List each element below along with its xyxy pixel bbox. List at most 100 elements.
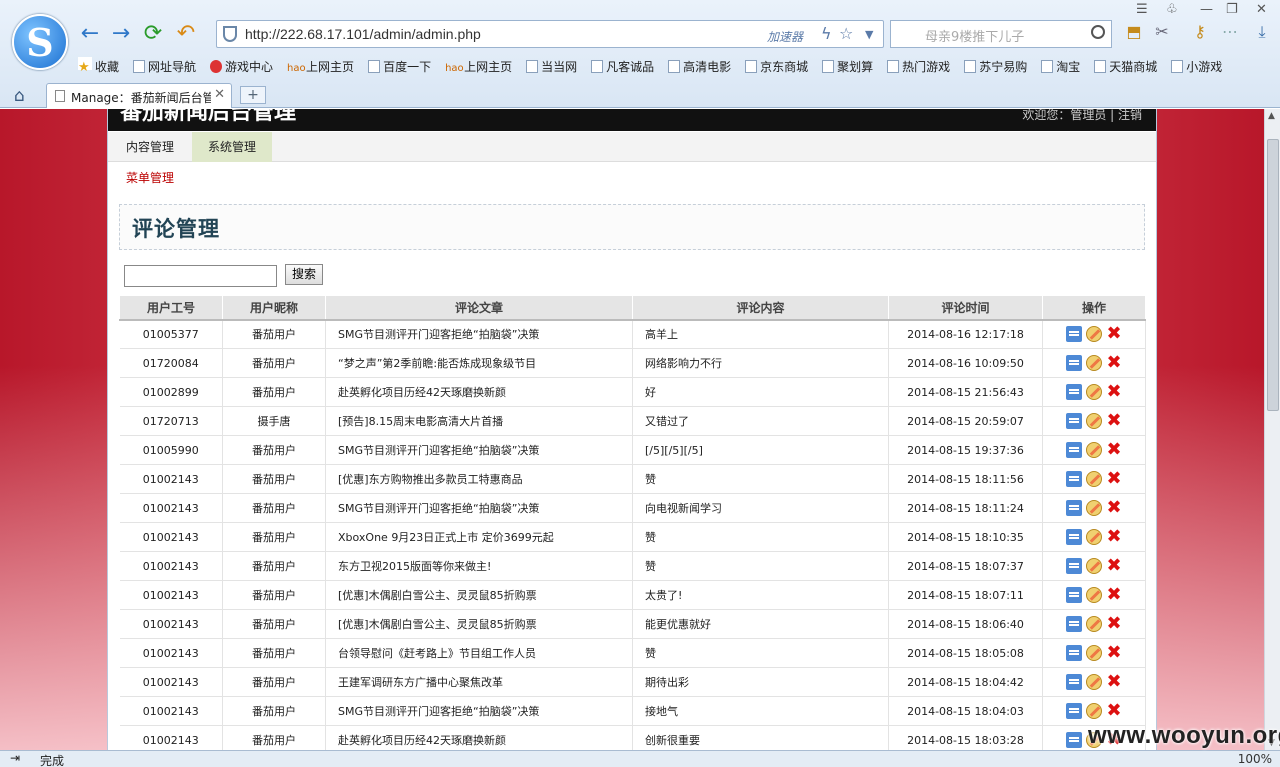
bookmark-item[interactable]: hao上网主页 xyxy=(287,56,354,78)
home-icon[interactable]: ⌂ xyxy=(14,86,25,106)
submenu-menu-management[interactable]: 菜单管理 xyxy=(126,169,174,186)
delete-icon[interactable]: ✖ xyxy=(1106,441,1122,459)
comment-search-input[interactable] xyxy=(124,265,277,287)
minimize-icon[interactable]: — xyxy=(1200,2,1213,17)
vertical-scrollbar[interactable]: ▲ ▼ xyxy=(1264,109,1280,750)
skin-icon[interactable]: ♧ xyxy=(1166,2,1178,17)
delete-icon[interactable]: ✖ xyxy=(1106,586,1122,604)
comment-icon[interactable] xyxy=(1066,355,1082,371)
comment-icon[interactable] xyxy=(1066,471,1082,487)
comment-icon[interactable] xyxy=(1066,326,1082,343)
comment-icon[interactable] xyxy=(1066,442,1082,458)
search-icon[interactable] xyxy=(1091,25,1105,39)
search-button[interactable]: 搜索 xyxy=(285,264,324,285)
comment-icon[interactable] xyxy=(1066,645,1082,661)
bookmark-item[interactable]: 天猫商城 xyxy=(1094,56,1157,78)
chevron-down-icon[interactable]: ▼ xyxy=(865,28,873,41)
edit-icon[interactable] xyxy=(1086,616,1102,632)
edit-icon[interactable] xyxy=(1086,529,1102,545)
column-header[interactable]: 评论内容 xyxy=(632,295,889,321)
back-arrow-icon[interactable]: ← xyxy=(76,20,104,48)
delete-icon[interactable]: ✖ xyxy=(1106,557,1122,575)
address-url[interactable]: http://222.68.17.101/admin/admin.php xyxy=(245,26,481,42)
delete-icon[interactable]: ✖ xyxy=(1106,702,1122,720)
edit-icon[interactable] xyxy=(1086,674,1102,690)
bookmark-item[interactable]: 网址导航 xyxy=(133,56,196,78)
bookmark-item[interactable]: 高清电影 xyxy=(668,56,731,78)
comment-icon[interactable] xyxy=(1066,413,1082,429)
edit-icon[interactable] xyxy=(1086,413,1102,429)
close-tab-icon[interactable]: ✕ xyxy=(214,87,225,102)
bookmark-item[interactable]: 京东商城 xyxy=(745,56,808,78)
comment-icon[interactable] xyxy=(1066,384,1082,400)
scissors-icon[interactable]: ✂ xyxy=(1152,22,1172,42)
star-icon[interactable]: ☆ xyxy=(839,24,853,43)
edit-icon[interactable] xyxy=(1086,355,1102,371)
edit-icon[interactable] xyxy=(1086,587,1102,603)
comment-icon[interactable] xyxy=(1066,500,1082,516)
column-header[interactable]: 评论时间 xyxy=(888,295,1043,321)
column-header[interactable]: 用户昵称 xyxy=(222,295,326,321)
edit-icon[interactable] xyxy=(1086,384,1102,400)
edit-icon[interactable] xyxy=(1086,645,1102,661)
delete-icon[interactable]: ✖ xyxy=(1106,615,1122,633)
delete-icon[interactable]: ✖ xyxy=(1106,470,1122,488)
comment-icon[interactable] xyxy=(1066,674,1082,690)
forward-arrow-icon[interactable]: → xyxy=(107,20,135,48)
zoom-level[interactable]: 100% xyxy=(1238,752,1272,766)
tab-content-management[interactable]: 内容管理 xyxy=(110,132,190,162)
close-window-icon[interactable]: ✕ xyxy=(1256,2,1267,17)
comment-icon[interactable] xyxy=(1066,587,1082,603)
scroll-up-icon[interactable]: ▲ xyxy=(1268,111,1275,121)
edit-icon[interactable] xyxy=(1086,500,1102,516)
edit-icon[interactable] xyxy=(1086,471,1102,487)
sidebar-toggle-icon[interactable]: ⇥ xyxy=(10,751,20,765)
tab-title[interactable]: Manage：番茄新闻后台管 xyxy=(71,89,211,106)
browser-tab[interactable]: Manage：番茄新闻后台管 ✕ xyxy=(46,83,232,108)
comment-icon[interactable] xyxy=(1066,558,1082,574)
restore-icon[interactable]: ❐ xyxy=(1226,2,1238,17)
bookmark-item[interactable]: hao上网主页 xyxy=(445,56,512,78)
search-input[interactable]: 母亲9楼推下儿子 xyxy=(925,26,1024,45)
bookmark-item[interactable]: 小游戏 xyxy=(1171,56,1222,78)
bookmark-item[interactable]: 百度一下 xyxy=(368,56,431,78)
bookmark-item[interactable]: 热门游戏 xyxy=(887,56,950,78)
address-bar[interactable]: http://222.68.17.101/admin/admin.php 加速器… xyxy=(216,20,884,48)
lightning-icon[interactable]: ϟ xyxy=(821,24,832,43)
accelerator-label[interactable]: 加速器 xyxy=(767,28,803,45)
menu-icon[interactable]: ☰ xyxy=(1136,2,1148,17)
bookmark-item[interactable]: 凡客诚品 xyxy=(591,56,654,78)
comment-icon[interactable] xyxy=(1066,703,1082,719)
bookmark-item[interactable]: 当当网 xyxy=(526,56,577,78)
bookmark-item[interactable]: 聚划算 xyxy=(822,56,873,78)
more-icon[interactable]: ⋯ xyxy=(1220,22,1240,42)
edit-icon[interactable] xyxy=(1086,558,1102,574)
delete-icon[interactable]: ✖ xyxy=(1106,383,1122,401)
delete-icon[interactable]: ✖ xyxy=(1106,644,1122,662)
comment-icon[interactable] xyxy=(1066,616,1082,632)
edit-icon[interactable] xyxy=(1086,326,1102,343)
delete-icon[interactable]: ✖ xyxy=(1106,673,1122,691)
refresh-icon[interactable]: ⟳ xyxy=(139,20,167,48)
edit-icon[interactable] xyxy=(1086,442,1102,458)
delete-icon[interactable]: ✖ xyxy=(1106,354,1122,372)
key-icon[interactable]: ⚷ xyxy=(1190,22,1210,42)
tab-system-management[interactable]: 系统管理 xyxy=(192,132,273,162)
edit-icon[interactable] xyxy=(1086,703,1102,719)
column-header[interactable]: 用户工号 xyxy=(119,295,223,321)
delete-icon[interactable]: ✖ xyxy=(1106,528,1122,546)
welcome-text[interactable]: 欢迎您：管理员 | 注销 xyxy=(1022,109,1142,123)
column-header[interactable]: 评论文章 xyxy=(325,295,633,321)
search-bar[interactable]: 母亲9楼推下儿子 xyxy=(890,20,1112,48)
delete-icon[interactable]: ✖ xyxy=(1106,499,1122,517)
download-icon[interactable]: ⤓ xyxy=(1252,22,1272,42)
comment-icon[interactable] xyxy=(1066,529,1082,545)
undo-icon[interactable]: ↶ xyxy=(172,20,200,48)
bookmark-item[interactable]: 苏宁易购 xyxy=(964,56,1027,78)
bookmark-tool-icon[interactable]: ⬒ xyxy=(1124,22,1144,42)
new-tab-button[interactable]: + xyxy=(240,86,266,104)
bookmark-item[interactable]: 淘宝 xyxy=(1041,56,1080,78)
column-header[interactable]: 操作 xyxy=(1042,295,1146,321)
comment-icon[interactable] xyxy=(1066,732,1082,748)
bookmark-item[interactable]: ★ 收藏 xyxy=(78,56,119,78)
